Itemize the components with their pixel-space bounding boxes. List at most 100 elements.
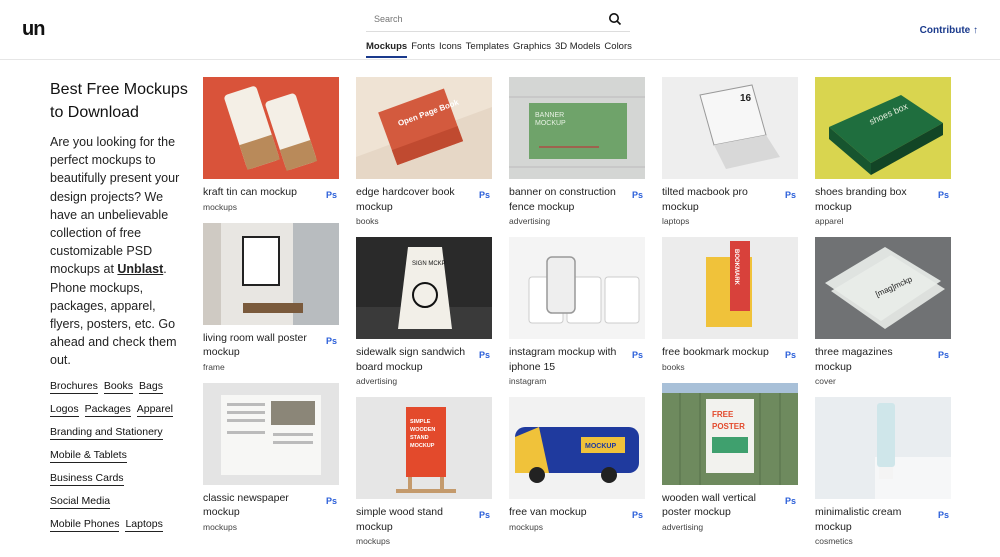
- banner-thumbnail[interactable]: BANNER MOCKUP: [509, 77, 645, 179]
- magazines-thumbnail[interactable]: [mag]mckp: [815, 237, 951, 339]
- cream-thumbnail[interactable]: [815, 397, 951, 499]
- mockup-card[interactable]: BOOKMARK free bookmark mockup books Ps: [662, 237, 798, 372]
- macbook-thumbnail[interactable]: 16: [662, 77, 798, 179]
- search-box[interactable]: [366, 8, 630, 32]
- nav-item-graphics[interactable]: Graphics: [513, 41, 551, 58]
- svg-text:SIMPLE: SIMPLE: [410, 419, 431, 425]
- mockup-card[interactable]: BANNER MOCKUP banner on construction fence…: [509, 77, 645, 226]
- card-category[interactable]: laptops: [662, 216, 798, 226]
- nav-item-icons[interactable]: Icons: [439, 41, 462, 58]
- card-category[interactable]: cover: [815, 376, 951, 386]
- card-title[interactable]: tilted macbook pro mockup: [662, 185, 772, 214]
- mockup-card[interactable]: kraft tin can mockup mockups Ps: [203, 77, 339, 212]
- card-category[interactable]: advertising: [509, 216, 645, 226]
- shoebox-thumbnail[interactable]: shoes box: [815, 77, 951, 179]
- card-title[interactable]: shoes branding box mockup: [815, 185, 925, 214]
- nav-item-templates[interactable]: Templates: [466, 41, 509, 58]
- card-category[interactable]: advertising: [356, 376, 492, 386]
- tag-link[interactable]: Mobile Phones: [50, 518, 120, 532]
- unblast-logo[interactable]: un: [22, 18, 45, 41]
- intro-before: Are you looking for the perfect mockups …: [50, 135, 180, 277]
- card-title[interactable]: free bookmark mockup: [662, 345, 772, 360]
- category-nav: Mockups Fonts Icons Templates Graphics 3D Mod…: [366, 41, 632, 58]
- card-meta: free bookmark mockup books Ps: [662, 339, 798, 372]
- svg-text:MOCKUP: MOCKUP: [585, 443, 616, 450]
- tag-link[interactable]: Apparel: [136, 403, 173, 417]
- card-category[interactable]: instagram: [509, 376, 645, 386]
- room-thumbnail[interactable]: [203, 222, 339, 325]
- mockup-card[interactable]: shoes box shoes branding box mockup appare…: [815, 77, 951, 226]
- mockup-column: shoes box shoes branding box mockup appare…: [815, 77, 951, 557]
- mockup-card[interactable]: instagram mockup with iphone 15 instagram…: [509, 237, 645, 386]
- mockup-card[interactable]: Open Page Book edge hardcover book mockup…: [356, 77, 492, 226]
- card-category[interactable]: frame: [203, 362, 339, 372]
- tag-link[interactable]: Laptops: [125, 518, 163, 532]
- stand-thumbnail[interactable]: SIMPLE WOODEN STAND MOCKUP: [356, 397, 492, 499]
- card-title[interactable]: instagram mockup with iphone 15: [509, 345, 619, 374]
- mockup-card[interactable]: SIGN MCKP sidewalk sign sandwich board mo…: [356, 237, 492, 386]
- photoshop-badge: Ps: [784, 495, 796, 506]
- card-title[interactable]: sidewalk sign sandwich board mockup: [356, 345, 466, 374]
- mockup-card[interactable]: [mag]mckp three magazines mockup cover Ps: [815, 237, 951, 386]
- card-category[interactable]: books: [662, 362, 798, 372]
- nav-item-3d-models[interactable]: 3D Models: [555, 41, 600, 58]
- card-category[interactable]: mockups: [509, 522, 645, 532]
- newspaper-thumbnail[interactable]: [203, 382, 339, 485]
- mockup-card[interactable]: classic newspaper mockup mockups Ps: [203, 382, 339, 532]
- instagram-thumbnail[interactable]: [509, 237, 645, 339]
- card-title[interactable]: kraft tin can mockup: [203, 185, 313, 200]
- search-icon[interactable]: [608, 12, 622, 26]
- photoshop-badge: Ps: [478, 510, 490, 520]
- card-category[interactable]: mockups: [203, 202, 339, 212]
- search-input[interactable]: [366, 8, 596, 30]
- tag-link[interactable]: Business Cards: [50, 472, 124, 486]
- nav-item-fonts[interactable]: Fonts: [411, 41, 435, 58]
- tag-link[interactable]: Logos: [50, 403, 79, 417]
- card-category[interactable]: apparel: [815, 216, 951, 226]
- card-title[interactable]: three magazines mockup: [815, 345, 925, 374]
- unblast-link[interactable]: Unblast: [117, 262, 163, 276]
- tin-thumbnail[interactable]: [203, 77, 339, 179]
- card-meta: free van mockup mockups Ps: [509, 499, 645, 532]
- tag-link[interactable]: Bags: [139, 380, 163, 394]
- tag-link[interactable]: Branding and Stationery: [50, 426, 163, 440]
- sidebar: Best Free Mockups to Download Are you lo…: [50, 78, 190, 541]
- card-title[interactable]: minimalistic cream mockup: [815, 505, 925, 534]
- card-category[interactable]: books: [356, 216, 492, 226]
- sign-thumbnail[interactable]: SIGN MCKP: [356, 237, 492, 339]
- card-title[interactable]: living room wall poster mockup: [203, 331, 313, 360]
- photoshop-badge: Ps: [325, 190, 337, 200]
- card-title[interactable]: edge hardcover book mockup: [356, 185, 466, 214]
- card-meta: living room wall poster mockup frame Ps: [203, 325, 339, 372]
- tag-link[interactable]: Social Media: [50, 495, 111, 509]
- wallposter-thumbnail[interactable]: FREE POSTER: [662, 382, 798, 485]
- bookmark-thumbnail[interactable]: BOOKMARK: [662, 237, 798, 339]
- mockup-card[interactable]: MOCKUP free van mockup mockups Ps: [509, 397, 645, 532]
- mockup-card[interactable]: SIMPLE WOODEN STAND MOCKUP simple wood stand…: [356, 397, 492, 546]
- card-category[interactable]: mockups: [203, 522, 339, 532]
- card-meta: minimalistic cream mockup cosmetics Ps: [815, 499, 951, 546]
- tag-link[interactable]: Books: [103, 380, 134, 394]
- book-thumbnail[interactable]: Open Page Book: [356, 77, 492, 179]
- card-category[interactable]: cosmetics: [815, 536, 951, 546]
- card-title[interactable]: wooden wall vertical poster mockup: [662, 491, 772, 520]
- card-title[interactable]: simple wood stand mockup: [356, 505, 466, 534]
- card-meta: edge hardcover book mockup books Ps: [356, 179, 492, 226]
- card-title[interactable]: banner on construction fence mockup: [509, 185, 619, 214]
- card-title[interactable]: free van mockup: [509, 505, 619, 520]
- card-category[interactable]: mockups: [356, 536, 492, 546]
- mockup-card[interactable]: FREE POSTER wooden wall vertical poster mo…: [662, 382, 798, 532]
- mockup-card[interactable]: 16 tilted macbook pro mockup laptops Ps: [662, 77, 798, 226]
- contribute-link[interactable]: Contribute ↑: [920, 25, 978, 36]
- tag-link[interactable]: Packages: [84, 403, 131, 417]
- card-category[interactable]: advertising: [662, 522, 798, 532]
- tag-link[interactable]: Mobile & Tablets: [50, 449, 127, 463]
- card-title[interactable]: classic newspaper mockup: [203, 491, 313, 520]
- tag-link[interactable]: Brochures: [50, 380, 98, 394]
- mockup-card[interactable]: minimalistic cream mockup cosmetics Ps: [815, 397, 951, 546]
- mockup-card[interactable]: living room wall poster mockup frame Ps: [203, 222, 339, 372]
- photoshop-badge: Ps: [631, 510, 643, 520]
- nav-item-mockups[interactable]: Mockups: [366, 41, 408, 58]
- nav-item-colors[interactable]: Colors: [604, 41, 631, 58]
- van-thumbnail[interactable]: MOCKUP: [509, 397, 645, 499]
